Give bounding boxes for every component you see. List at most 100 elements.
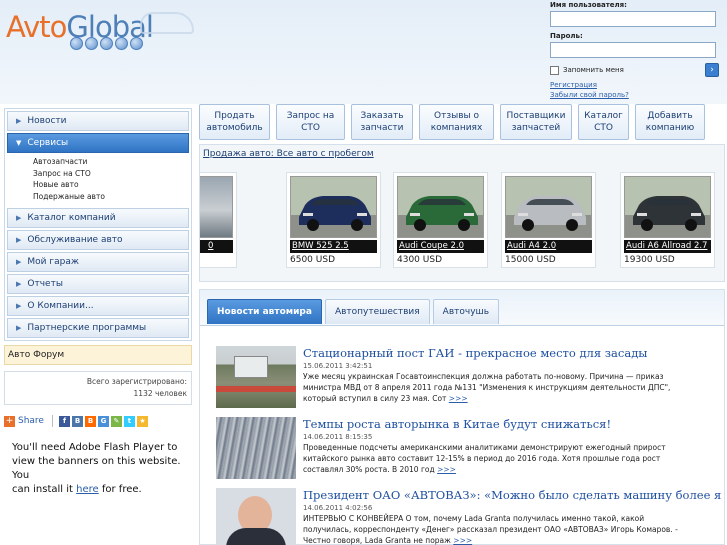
- news-title[interactable]: Темпы роста авторынка в Китае будут сниж…: [303, 417, 721, 432]
- tab-auto-news[interactable]: Новости автомира: [207, 299, 322, 324]
- car-card[interactable]: Audi A6 Allroad 2.7 19300 USD: [620, 172, 715, 268]
- car-photo: [200, 176, 233, 238]
- quick-actions: Продать автомобиль Запрос на СТО Заказать з…: [199, 104, 705, 140]
- sidebar-item-my-garage[interactable]: ▶ Мой гараж: [7, 252, 189, 272]
- vkontakte-icon[interactable]: B: [71, 415, 83, 427]
- twitter-icon[interactable]: t: [123, 415, 135, 427]
- tab-auto-nonsense[interactable]: Авточушь: [432, 299, 500, 324]
- password-input[interactable]: [550, 42, 716, 58]
- order-parts-button[interactable]: Заказать запчасти: [351, 104, 413, 140]
- sidebar-item-news[interactable]: ▶ Новости: [7, 111, 189, 131]
- register-link[interactable]: Регистрация: [550, 80, 720, 90]
- flash-text: view the banners on this website. You: [12, 456, 181, 481]
- flash-install-link[interactable]: here: [76, 484, 99, 495]
- news-thumbnail[interactable]: [216, 346, 296, 408]
- car-card[interactable]: BMW 525 2.5 6500 USD: [286, 172, 381, 268]
- news-title[interactable]: Президент ОАО «АВТОВАЗ»: «Можно было сде…: [303, 488, 721, 503]
- submenu-item-sto-request[interactable]: Запрос на СТО: [33, 168, 189, 180]
- remember-label: Запомнить меня: [563, 66, 624, 74]
- logo-ball-icon: [70, 37, 83, 50]
- logo-balls: [70, 37, 143, 50]
- submenu-item-new-cars[interactable]: Новые авто: [33, 179, 189, 191]
- read-more-link[interactable]: >>>: [449, 394, 468, 403]
- share-plus-icon[interactable]: +: [4, 415, 15, 427]
- news-text: получилась, корреспонденту «Денег» расск…: [303, 525, 678, 534]
- google-icon[interactable]: G: [97, 415, 109, 427]
- bookmark-icon[interactable]: ✎: [110, 415, 122, 427]
- forgot-password-link[interactable]: Забыли свой пароль?: [550, 90, 720, 100]
- blogger-icon[interactable]: B: [84, 415, 96, 427]
- car-card[interactable]: Audi Coupe 2.0 4300 USD: [393, 172, 488, 268]
- submenu-item-used-cars[interactable]: Подержаные авто: [33, 191, 189, 203]
- news-text: Честно говоря, Lada Granta не пораж: [303, 536, 454, 545]
- tab-auto-travel[interactable]: Автопутешествия: [324, 299, 430, 324]
- sidebar-item-label: Отчеты: [27, 279, 63, 289]
- car-name[interactable]: Audi A4 2.0: [505, 240, 592, 253]
- news-title[interactable]: Стационарный пост ГАИ - прекрасное место…: [303, 346, 721, 361]
- sell-car-button[interactable]: Продать автомобиль: [199, 104, 270, 140]
- login-submit-button[interactable]: ›: [705, 63, 719, 77]
- sto-request-button[interactable]: Запрос на СТО: [276, 104, 345, 140]
- remember-checkbox[interactable]: [550, 65, 559, 75]
- parts-suppliers-button[interactable]: Поставщики запчастей: [500, 104, 572, 140]
- news-text: министра МВД от 8 апреля 2011 года №131 …: [303, 383, 671, 392]
- login-form: Имя пользователя: Пароль: Запомнить меня…: [550, 0, 720, 100]
- news-date: 14.06.2011 8:15:35: [303, 433, 373, 441]
- news-text: ИНТЕРВЬЮ С КОНВЕЙЕРА О том, почему Lada …: [303, 514, 645, 523]
- services-submenu: Автозапчасти Запрос на СТО Новые авто По…: [7, 153, 189, 208]
- read-more-link[interactable]: >>>: [453, 536, 472, 545]
- sidebar-item-about[interactable]: ▶ О Компании...: [7, 296, 189, 316]
- news-thumbnail[interactable]: [216, 488, 296, 545]
- flash-text: can install it: [12, 484, 77, 495]
- logo-ball-icon: [85, 37, 98, 50]
- news-panel: Новости автомира Автопутешествия Авточуш…: [199, 289, 725, 545]
- sidebar-menu: ▶ Новости ▼ Сервисы Автозапчасти Запрос на…: [4, 108, 192, 341]
- sidebar-item-reports[interactable]: ▶ Отчеты: [7, 274, 189, 294]
- divider: [51, 415, 53, 427]
- arrow-right-icon: ▶: [16, 214, 22, 222]
- sidebar-item-label: Партнерские программы: [27, 323, 147, 333]
- stats-count: 1132 человек: [133, 389, 187, 398]
- sidebar-item-label: Каталог компаний: [27, 213, 116, 223]
- logo-ball-icon: [115, 37, 128, 50]
- arrow-right-icon: ▶: [16, 117, 22, 125]
- arrow-right-icon: ▶: [16, 302, 22, 310]
- submenu-item-parts[interactable]: Автозапчасти: [33, 156, 189, 168]
- logo-ball-icon: [100, 37, 113, 50]
- news-thumbnail[interactable]: [216, 417, 296, 479]
- car-sale-title[interactable]: Продажа авто: Все авто с пробегом: [200, 145, 724, 163]
- flash-notice: You'll need Adobe Flash Player to view t…: [4, 441, 192, 497]
- add-company-button[interactable]: Добавить компанию: [635, 104, 705, 140]
- car-card[interactable]: 0: [200, 172, 237, 268]
- car-price: 6500 USD: [290, 255, 335, 265]
- car-carousel: 0 BMW 525 2.5 6500 USD Audi Coupe 2.0 43…: [200, 172, 726, 268]
- company-reviews-button[interactable]: Отзывы о компаниях: [419, 104, 494, 140]
- sidebar-item-label: Обслуживание авто: [27, 235, 123, 245]
- forum-link[interactable]: Авто Форум: [4, 345, 192, 365]
- sidebar-item-partners[interactable]: ▶ Партнерские программы: [7, 318, 189, 338]
- car-name[interactable]: BMW 525 2.5: [290, 240, 377, 253]
- car-price: 15000 USD: [505, 255, 556, 265]
- car-name[interactable]: Audi Coupe 2.0: [397, 240, 484, 253]
- favorites-star-icon[interactable]: ★: [136, 415, 148, 427]
- header: AvtoGlobal Имя пользователя: Пароль: Зап…: [0, 0, 727, 104]
- username-input[interactable]: [550, 11, 716, 27]
- sidebar-item-company-catalog[interactable]: ▶ Каталог компаний: [7, 208, 189, 228]
- sidebar-item-services[interactable]: ▼ Сервисы: [7, 133, 189, 153]
- car-price: 4300 USD: [397, 255, 442, 265]
- sto-catalog-button[interactable]: Каталог СТО: [578, 104, 629, 140]
- remember-me[interactable]: Запомнить меня: [550, 63, 720, 77]
- read-more-link[interactable]: >>>: [437, 465, 456, 474]
- car-photo: [290, 176, 377, 238]
- car-card[interactable]: Audi A4 2.0 15000 USD: [501, 172, 596, 268]
- share-link[interactable]: Share: [18, 416, 44, 426]
- registered-stats: Всего зарегистрировано: 1132 человек: [4, 371, 192, 405]
- car-price: 19300 USD: [624, 255, 675, 265]
- logo-text-avto: Avto: [6, 10, 67, 44]
- sidebar-item-car-service[interactable]: ▶ Обслуживание авто: [7, 230, 189, 250]
- car-name[interactable]: 0: [200, 240, 233, 253]
- username-label: Имя пользователя:: [550, 1, 627, 9]
- car-name[interactable]: Audi A6 Allroad 2.7: [624, 240, 711, 253]
- password-label: Пароль:: [550, 32, 583, 40]
- facebook-icon[interactable]: f: [58, 415, 70, 427]
